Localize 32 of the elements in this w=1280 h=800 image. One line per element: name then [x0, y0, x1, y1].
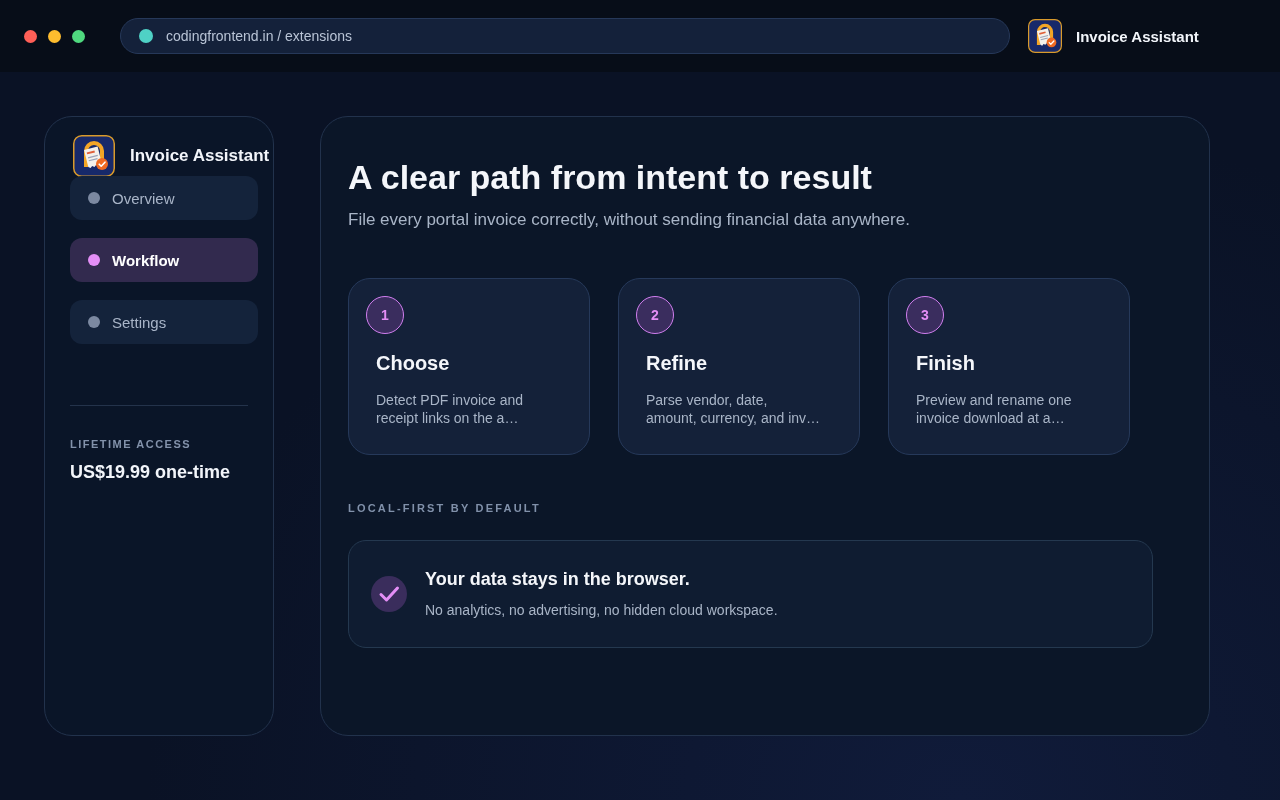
- app-title: Invoice Assistant: [1076, 27, 1199, 45]
- step-title: Refine: [646, 351, 708, 375]
- step-description: Parse vendor, date, amount, currency, and inv…: [646, 391, 822, 427]
- step-title: Choose: [376, 351, 450, 375]
- step-number: 3: [906, 296, 944, 334]
- page-heading: A clear path from intent to result: [348, 157, 872, 197]
- section-label: LOCAL-FIRST BY DEFAULT: [348, 502, 541, 515]
- step-number: 1: [366, 296, 404, 334]
- nav-dot-icon: [88, 192, 100, 204]
- nav-dot-icon: [88, 316, 100, 328]
- receipt-check-icon: [1028, 19, 1062, 53]
- maximize-window-button[interactable]: [72, 29, 85, 43]
- minimize-window-button[interactable]: [48, 29, 61, 43]
- price-text: US$19.99 one-time: [70, 462, 232, 483]
- notice-text: No analytics, no advertising, no hidden cloud workspace.: [425, 602, 778, 618]
- pricing-label: LIFETIME ACCESS: [70, 438, 193, 450]
- status-dot-icon: [139, 29, 153, 43]
- sidebar-title: Invoice Assistant: [130, 146, 270, 166]
- nav-dot-icon: [88, 254, 100, 266]
- nav-item[interactable]: Overview: [70, 176, 258, 220]
- step-number: 2: [636, 296, 674, 334]
- close-window-button[interactable]: [24, 29, 37, 43]
- nav-item[interactable]: Workflow: [70, 238, 258, 282]
- step-title: Finish: [916, 351, 975, 375]
- step-description: Preview and rename one invoice download at a…: [916, 391, 1073, 427]
- step-description: Detect PDF invoice and receipt links on the a…: [376, 391, 525, 427]
- nav-item[interactable]: Settings: [70, 300, 258, 344]
- notice-title: Your data stays in the browser.: [425, 569, 691, 590]
- check-icon: [371, 576, 407, 612]
- address-bar[interactable]: codingfrontend.in / extensions: [120, 18, 1010, 54]
- page-subtitle: File every portal invoice correctly, without sending financial data anywhere.: [348, 209, 910, 231]
- receipt-check-icon: [73, 135, 115, 177]
